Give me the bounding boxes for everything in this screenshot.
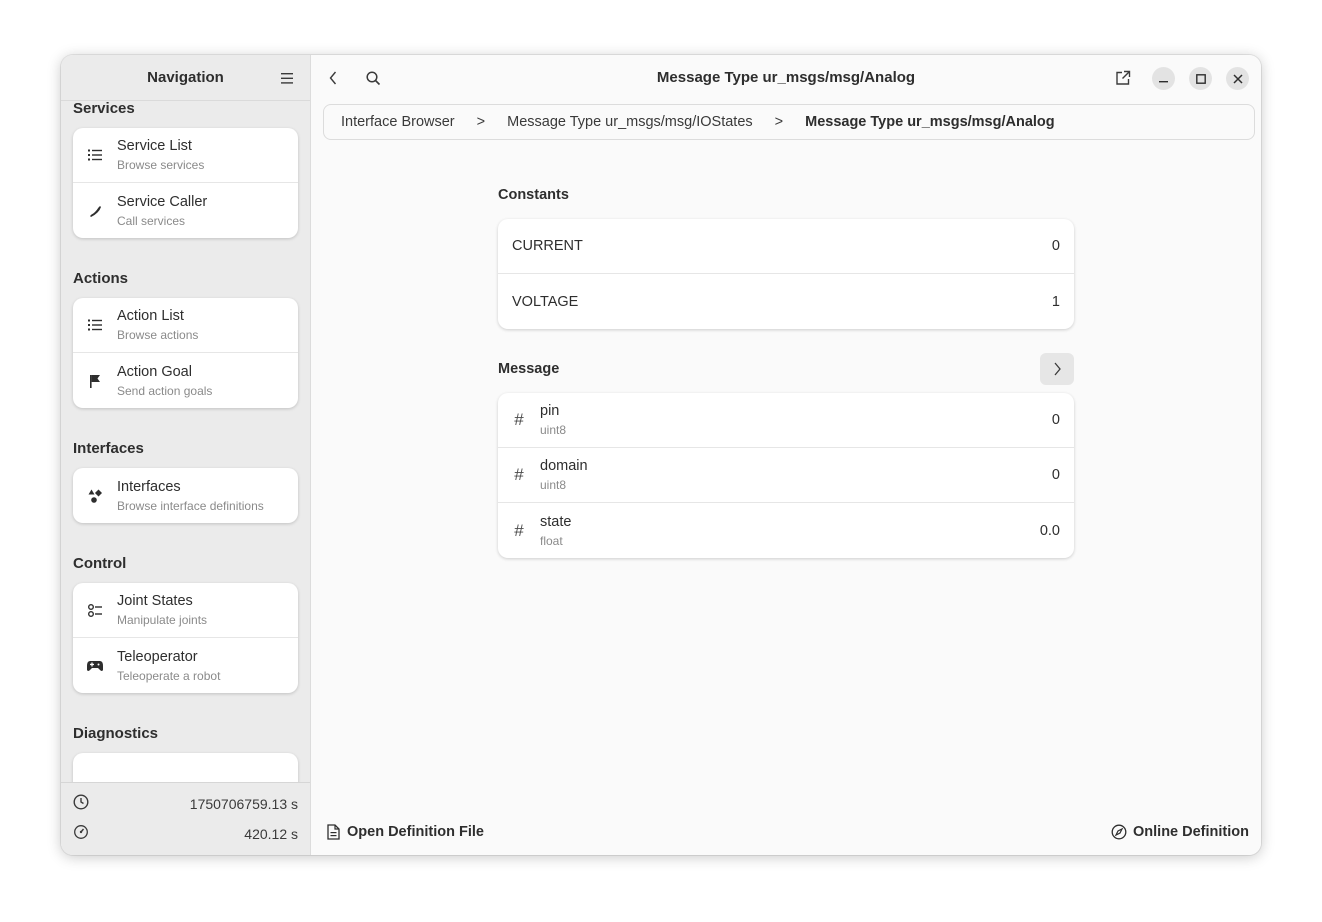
sidebar-item-subtitle: Browse services [117, 158, 205, 172]
breadcrumb: Interface Browser > Message Type ur_msgs… [323, 104, 1255, 140]
speedometer-icon [73, 824, 89, 845]
list-icon [87, 147, 103, 163]
field-name: pin [540, 403, 560, 419]
hash-icon: # [514, 410, 524, 429]
interfaces-card: Interfaces Browse interface definitions [73, 468, 298, 523]
breadcrumb-separator: > [774, 114, 784, 130]
phone-icon [87, 203, 103, 219]
hamburger-menu-icon[interactable] [278, 69, 296, 87]
open-definition-file-label: Open Definition File [347, 824, 484, 840]
constants-list: CURRENT 0 VOLTAGE 1 [498, 219, 1074, 329]
actions-card: Action List Browse actions Action Goal S… [73, 298, 298, 408]
section-title-control: Control [73, 554, 127, 572]
field-value: 0.0 [1039, 522, 1060, 539]
list-icon [87, 317, 103, 333]
main-panel: Message Type ur_msgs/msg/Analog Interfac… [311, 55, 1261, 855]
sidebar: Navigation Services Service List Browse [61, 55, 311, 855]
field-type: uint8 [540, 423, 567, 437]
sidebar-item-subtitle: Browse actions [117, 328, 199, 342]
message-field-row[interactable]: # pin uint8 0 [498, 393, 1074, 448]
close-button[interactable] [1226, 67, 1249, 90]
header-bar: Message Type ur_msgs/msg/Analog [311, 55, 1261, 101]
field-value: 0 [1051, 467, 1060, 483]
chevron-right-icon [1054, 362, 1061, 376]
sidebar-item-label: Service List [117, 138, 192, 154]
constant-value: 0 [1051, 238, 1060, 254]
sidebar-item-action-list[interactable]: Action List Browse actions [73, 298, 298, 353]
maximize-button[interactable] [1189, 67, 1212, 90]
breadcrumb-item-interface-browser[interactable]: Interface Browser [341, 114, 455, 130]
sidebar-item-subtitle: Call services [117, 213, 186, 228]
sidebar-item-joint-states[interactable]: Joint States Manipulate joints [73, 583, 298, 638]
field-type: uint8 [540, 478, 567, 492]
open-definition-file-button[interactable]: Open Definition File [325, 824, 484, 840]
content-area: Constants CURRENT 0 VOLTAGE 1 Message # … [498, 183, 1074, 558]
sidebar-item-subtitle: Manipulate joints [117, 613, 208, 627]
document-icon [325, 824, 341, 840]
control-card: Joint States Manipulate joints Teleopera… [73, 583, 298, 693]
field-value: 0 [1051, 412, 1060, 428]
breadcrumb-item-iostates[interactable]: Message Type ur_msgs/msg/IOStates [507, 114, 753, 130]
constants-title: Constants [498, 187, 569, 203]
gamepad-icon [87, 658, 103, 674]
breadcrumb-separator: > [476, 114, 486, 130]
clock-icon [73, 793, 89, 815]
field-type: float [540, 533, 563, 548]
online-definition-label: Online Definition [1133, 824, 1249, 840]
constant-row: VOLTAGE 1 [498, 274, 1074, 329]
constant-name: CURRENT [512, 238, 583, 254]
services-card: Service List Browse services Service Cal… [73, 128, 298, 238]
timer-readout: 420.12 s [61, 819, 310, 849]
sidebar-item-subtitle: Send action goals [117, 383, 213, 398]
shapes-icon [87, 488, 103, 504]
message-field-row[interactable]: # domain uint8 0 [498, 448, 1074, 503]
joints-icon [87, 602, 103, 618]
app-window: Navigation Services Service List Browse [61, 55, 1261, 855]
sidebar-item-action-goal[interactable]: Action Goal Send action goals [73, 353, 298, 408]
timer-value: 420.12 s [244, 826, 298, 842]
section-title-interfaces: Interfaces [73, 439, 144, 457]
minimize-button[interactable] [1152, 67, 1175, 90]
section-title-services: Services [73, 102, 135, 117]
open-external-icon[interactable] [1113, 68, 1133, 88]
section-title-actions: Actions [73, 269, 129, 287]
sidebar-scroll-area[interactable]: Services Service List Browse services Se… [61, 102, 310, 782]
sidebar-item-subtitle: Teleoperate a robot [117, 668, 221, 683]
bottom-bar: Open Definition File Online Definition [311, 809, 1261, 855]
flag-icon [87, 373, 103, 389]
sidebar-item-interfaces[interactable]: Interfaces Browse interface definitions [73, 468, 298, 523]
hash-icon: # [514, 520, 524, 540]
constant-value: 1 [1051, 293, 1060, 310]
clock-readout: 1750706759.13 s [61, 789, 310, 819]
constant-name: VOLTAGE [512, 293, 579, 310]
sidebar-item-teleoperator[interactable]: Teleoperator Teleoperate a robot [73, 638, 298, 693]
constant-row: CURRENT 0 [498, 219, 1074, 274]
message-title: Message [498, 361, 560, 377]
sidebar-item-subtitle: Browse interface definitions [117, 498, 264, 513]
message-header: Message [498, 352, 1074, 386]
field-name: state [540, 513, 572, 530]
sidebar-item-label: Action List [117, 308, 184, 324]
sidebar-header: Navigation [61, 55, 310, 101]
sidebar-item-service-list[interactable]: Service List Browse services [73, 128, 298, 183]
breadcrumb-item-current: Message Type ur_msgs/msg/Analog [805, 114, 1055, 130]
section-title-diagnostics: Diagnostics [73, 724, 159, 742]
compass-icon [1111, 824, 1127, 840]
online-definition-button[interactable]: Online Definition [1111, 824, 1249, 840]
clock-value: 1750706759.13 s [189, 796, 298, 812]
sidebar-item-label: Joint States [117, 593, 193, 609]
sidebar-title: Navigation [147, 69, 224, 86]
message-fields-list: # pin uint8 0 # domain uint8 0 # state f… [498, 393, 1074, 558]
sidebar-item-service-caller[interactable]: Service Caller Call services [73, 183, 298, 238]
sidebar-item-label: Teleoperator [117, 648, 198, 665]
sidebar-item-label: Interfaces [117, 478, 181, 495]
sidebar-footer: 1750706759.13 s 420.12 s [61, 782, 310, 855]
expand-button[interactable] [1040, 353, 1074, 385]
hash-icon: # [514, 465, 524, 484]
sidebar-item-label: Service Caller [117, 193, 208, 210]
diagnostics-card [73, 753, 298, 782]
message-field-row[interactable]: # state float 0.0 [498, 503, 1074, 558]
sidebar-item-label: Action Goal [117, 363, 192, 380]
field-name: domain [540, 458, 588, 474]
